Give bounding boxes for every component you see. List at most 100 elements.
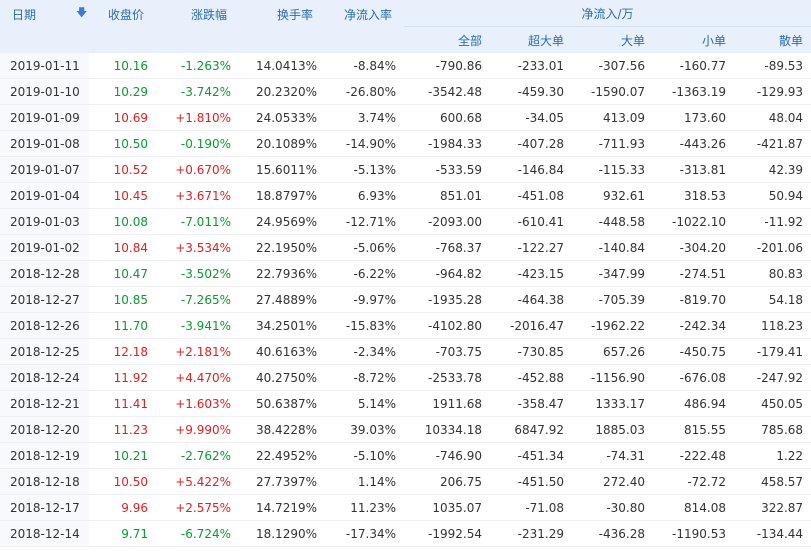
header-extra-large[interactable]: 超大单 xyxy=(490,26,572,53)
price-cell: 11.70 xyxy=(89,312,156,339)
change-cell: -1.263% xyxy=(156,53,239,79)
net-extra-large-cell: -122.27 xyxy=(490,234,572,261)
turnover-cell: 24.0533% xyxy=(239,104,325,131)
header-price[interactable]: 收盘价 xyxy=(89,0,156,53)
net-extra-large-cell: -146.84 xyxy=(490,156,572,183)
net-small-cell: -450.75 xyxy=(653,338,734,365)
net-large-cell: -436.28 xyxy=(572,520,653,547)
date-cell: 2019-01-08 xyxy=(0,130,89,157)
net-retail-cell: -201.06 xyxy=(734,234,811,261)
net-retail-cell: 54.18 xyxy=(734,286,811,313)
net-extra-large-cell: -407.28 xyxy=(490,130,572,157)
turnover-cell: 14.7219% xyxy=(239,494,325,521)
turnover-cell: 15.6011% xyxy=(239,156,325,183)
net-large-cell: -347.99 xyxy=(572,260,653,287)
net-ratio-cell: -8.72% xyxy=(325,364,404,391)
net-ratio-cell: 1.14% xyxy=(325,468,404,495)
table-row: 2019-01-08 10.50 -0.190% 20.1089% -14.90% -19… xyxy=(0,130,811,157)
header-all[interactable]: 全部 xyxy=(404,26,490,53)
net-retail-cell: 118.23 xyxy=(734,312,811,339)
net-ratio-cell: -5.06% xyxy=(325,234,404,261)
net-small-cell: 815.55 xyxy=(653,416,734,443)
table-row: 2018-12-14 9.71 -6.724% 18.1290% -17.34% -199… xyxy=(0,520,811,547)
table-row: 2018-12-20 11.23 +9.990% 38.4228% 39.03% 1033… xyxy=(0,416,811,443)
turnover-cell: 22.4952% xyxy=(239,442,325,469)
table-header: 日期 🡇 收盘价 涨跌幅 换手率 净流入率 净流入/万 全部 超大单 大单 小单… xyxy=(0,0,811,53)
net-large-cell: 657.26 xyxy=(572,338,653,365)
turnover-cell: 22.1950% xyxy=(239,234,325,261)
change-cell: -7.011% xyxy=(156,208,239,235)
net-retail-cell: 48.04 xyxy=(734,104,811,131)
net-extra-large-cell: -459.30 xyxy=(490,78,572,105)
net-all-cell: -3542.48 xyxy=(404,78,490,105)
change-cell: +3.534% xyxy=(156,234,239,261)
net-all-cell: 600.68 xyxy=(404,104,490,131)
net-extra-large-cell: -2016.47 xyxy=(490,312,572,339)
date-cell: 2018-12-27 xyxy=(0,286,89,313)
table-row: 2018-12-18 10.50 +5.422% 27.7397% 1.14% 206.7… xyxy=(0,468,811,495)
price-cell: 10.45 xyxy=(89,182,156,209)
header-net-ratio[interactable]: 净流入率 xyxy=(325,0,404,53)
net-small-cell: -313.81 xyxy=(653,156,734,183)
table-body: 2019-01-11 10.16 -1.263% 14.0413% -8.84% -790… xyxy=(0,53,811,547)
turnover-cell: 22.7936% xyxy=(239,260,325,287)
net-large-cell: -711.93 xyxy=(572,130,653,157)
table-row: 2018-12-28 10.47 -3.502% 22.7936% -6.22% -964… xyxy=(0,260,811,287)
net-all-cell: -790.86 xyxy=(404,53,490,79)
change-cell: -3.502% xyxy=(156,260,239,287)
net-extra-large-cell: -451.50 xyxy=(490,468,572,495)
net-ratio-cell: -5.13% xyxy=(325,156,404,183)
net-small-cell: -242.34 xyxy=(653,312,734,339)
net-retail-cell: 80.83 xyxy=(734,260,811,287)
turnover-cell: 18.8797% xyxy=(239,182,325,209)
header-date[interactable]: 日期 🡇 xyxy=(0,0,89,53)
net-all-cell: 1035.07 xyxy=(404,494,490,521)
date-cell: 2018-12-28 xyxy=(0,260,89,287)
net-retail-cell: -179.41 xyxy=(734,338,811,365)
net-extra-large-cell: -610.41 xyxy=(490,208,572,235)
net-large-cell: 413.09 xyxy=(572,104,653,131)
net-small-cell: -443.26 xyxy=(653,130,734,157)
net-retail-cell: 50.94 xyxy=(734,182,811,209)
net-large-cell: -448.58 xyxy=(572,208,653,235)
net-ratio-cell: -14.90% xyxy=(325,130,404,157)
net-extra-large-cell: -464.38 xyxy=(490,286,572,313)
net-large-cell: -1156.90 xyxy=(572,364,653,391)
header-small[interactable]: 小单 xyxy=(653,26,734,53)
turnover-cell: 20.1089% xyxy=(239,130,325,157)
price-cell: 11.23 xyxy=(89,416,156,443)
change-cell: +1.603% xyxy=(156,390,239,417)
net-ratio-cell: -8.84% xyxy=(325,53,404,79)
net-ratio-cell: -9.97% xyxy=(325,286,404,313)
net-all-cell: 10334.18 xyxy=(404,416,490,443)
change-cell: +2.181% xyxy=(156,338,239,365)
turnover-cell: 40.2750% xyxy=(239,364,325,391)
sort-down-arrow-icon[interactable]: 🡇 xyxy=(76,4,87,23)
turnover-cell: 14.0413% xyxy=(239,53,325,79)
net-extra-large-cell: -451.34 xyxy=(490,442,572,469)
net-ratio-cell: -15.83% xyxy=(325,312,404,339)
net-all-cell: 206.75 xyxy=(404,468,490,495)
table-row: 2018-12-21 11.41 +1.603% 50.6387% 5.14% 1911.… xyxy=(0,390,811,417)
net-ratio-cell: -5.10% xyxy=(325,442,404,469)
net-large-cell: 272.40 xyxy=(572,468,653,495)
date-cell: 2019-01-04 xyxy=(0,182,89,209)
price-cell: 10.16 xyxy=(89,53,156,79)
net-large-cell: -705.39 xyxy=(572,286,653,313)
net-extra-large-cell: -730.85 xyxy=(490,338,572,365)
net-all-cell: -2533.78 xyxy=(404,364,490,391)
table-row: 2019-01-11 10.16 -1.263% 14.0413% -8.84% -790… xyxy=(0,53,811,79)
header-turnover[interactable]: 换手率 xyxy=(239,0,325,53)
net-large-cell: 1885.03 xyxy=(572,416,653,443)
header-change[interactable]: 涨跌幅 xyxy=(156,0,239,53)
net-all-cell: -1992.54 xyxy=(404,520,490,547)
header-retail[interactable]: 散单 xyxy=(734,26,811,53)
change-cell: +1.810% xyxy=(156,104,239,131)
net-retail-cell: 1.22 xyxy=(734,442,811,469)
net-small-cell: -222.48 xyxy=(653,442,734,469)
net-retail-cell: 785.68 xyxy=(734,416,811,443)
header-large[interactable]: 大单 xyxy=(572,26,653,53)
table-row: 2019-01-09 10.69 +1.810% 24.0533% 3.74% 600.6… xyxy=(0,104,811,131)
net-extra-large-cell: -233.01 xyxy=(490,53,572,79)
net-ratio-cell: 3.74% xyxy=(325,104,404,131)
